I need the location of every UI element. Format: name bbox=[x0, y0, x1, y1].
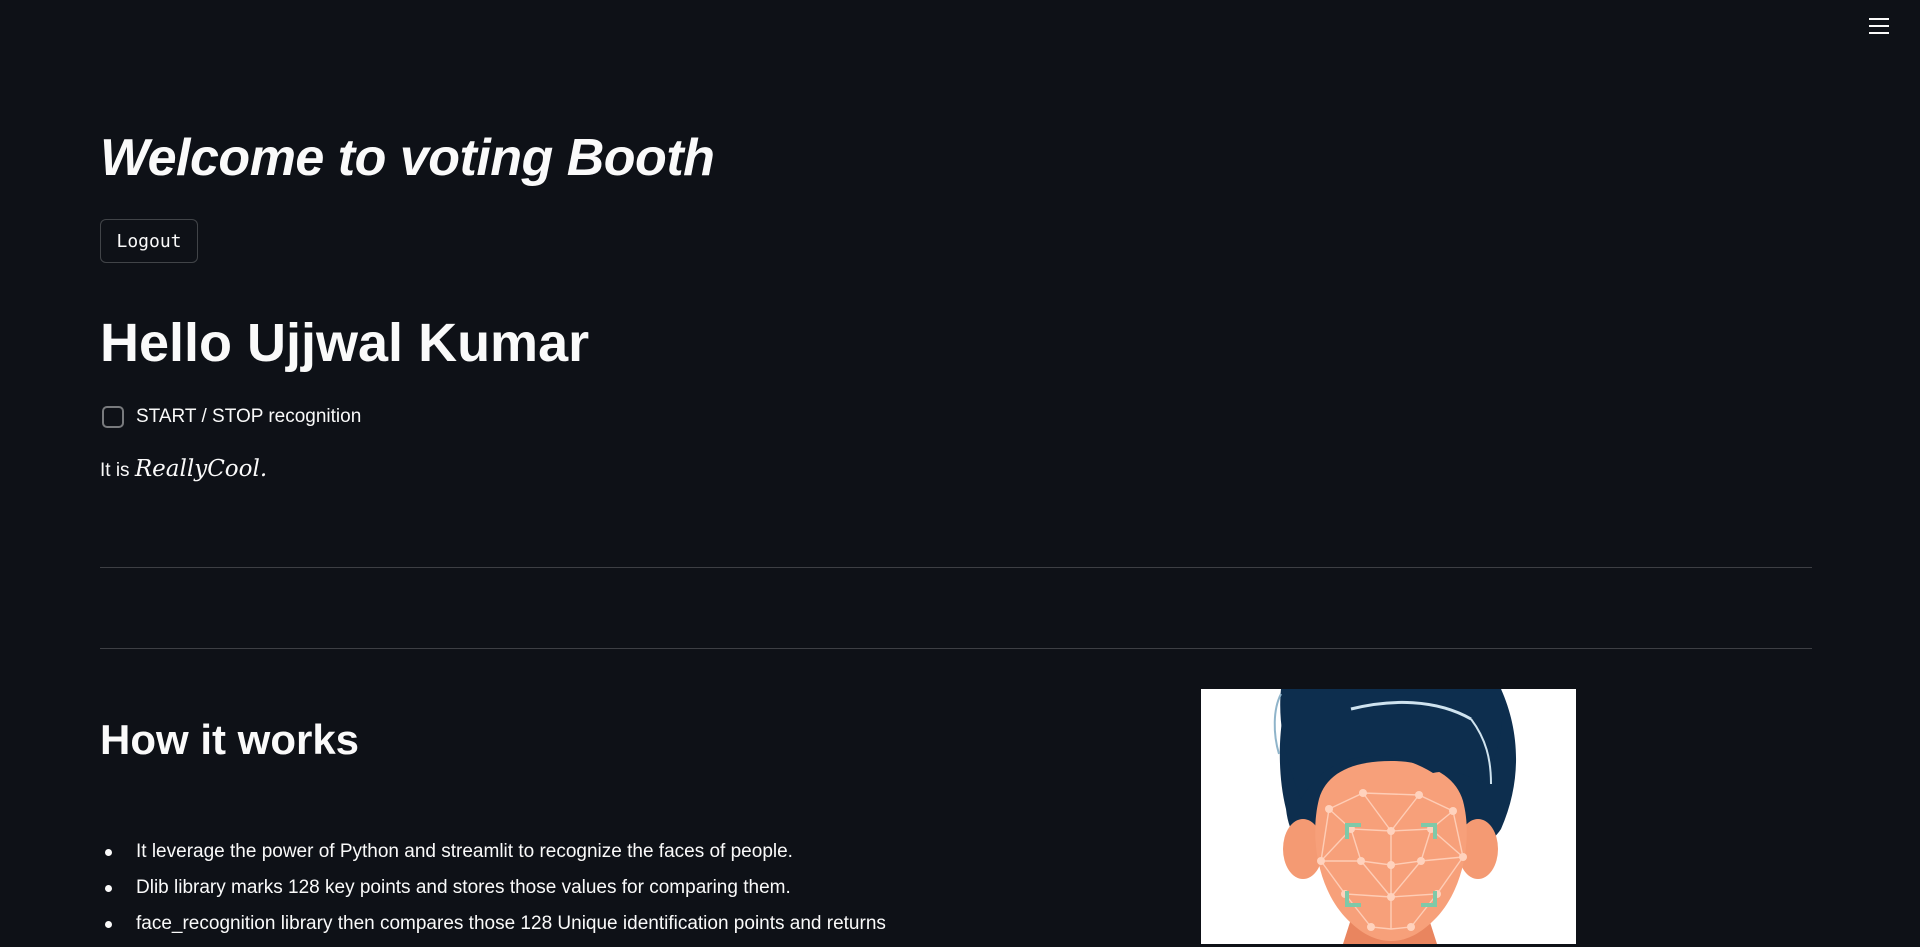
hamburger-menu-icon[interactable] bbox=[1866, 14, 1892, 38]
recognition-checkbox-label: START / STOP recognition bbox=[136, 406, 362, 427]
recognition-checkbox[interactable]: START / STOP recognition bbox=[102, 406, 361, 428]
cool-math: ReallyCool bbox=[134, 456, 260, 482]
how-it-works-heading: How it works bbox=[100, 716, 360, 763]
cool-text: It is ReallyCool. bbox=[100, 456, 267, 482]
how-it-works-list: It leverage the power of Python and stre… bbox=[100, 838, 886, 946]
menu-line bbox=[1869, 32, 1889, 34]
greeting-heading: Hello Ujjwal Kumar bbox=[100, 313, 590, 373]
logout-button[interactable]: Logout bbox=[100, 219, 198, 263]
divider bbox=[100, 648, 1812, 649]
menu-line bbox=[1869, 25, 1889, 27]
cool-suffix: . bbox=[259, 456, 268, 482]
divider bbox=[100, 567, 1812, 568]
face-illustration-svg bbox=[1201, 689, 1576, 944]
list-item: Dlib library marks 128 key points and st… bbox=[100, 874, 886, 910]
menu-line bbox=[1869, 18, 1889, 20]
app-root: Welcome to voting Booth Logout Hello Ujj… bbox=[0, 0, 1920, 947]
page-title: Welcome to voting Booth bbox=[100, 129, 715, 187]
list-item: It leverage the power of Python and stre… bbox=[100, 838, 886, 874]
cool-prefix: It is bbox=[100, 460, 135, 481]
face-recognition-illustration bbox=[1201, 689, 1576, 944]
checkbox-square-icon[interactable] bbox=[102, 406, 124, 428]
list-item: face_recognition library then compares t… bbox=[100, 910, 886, 946]
